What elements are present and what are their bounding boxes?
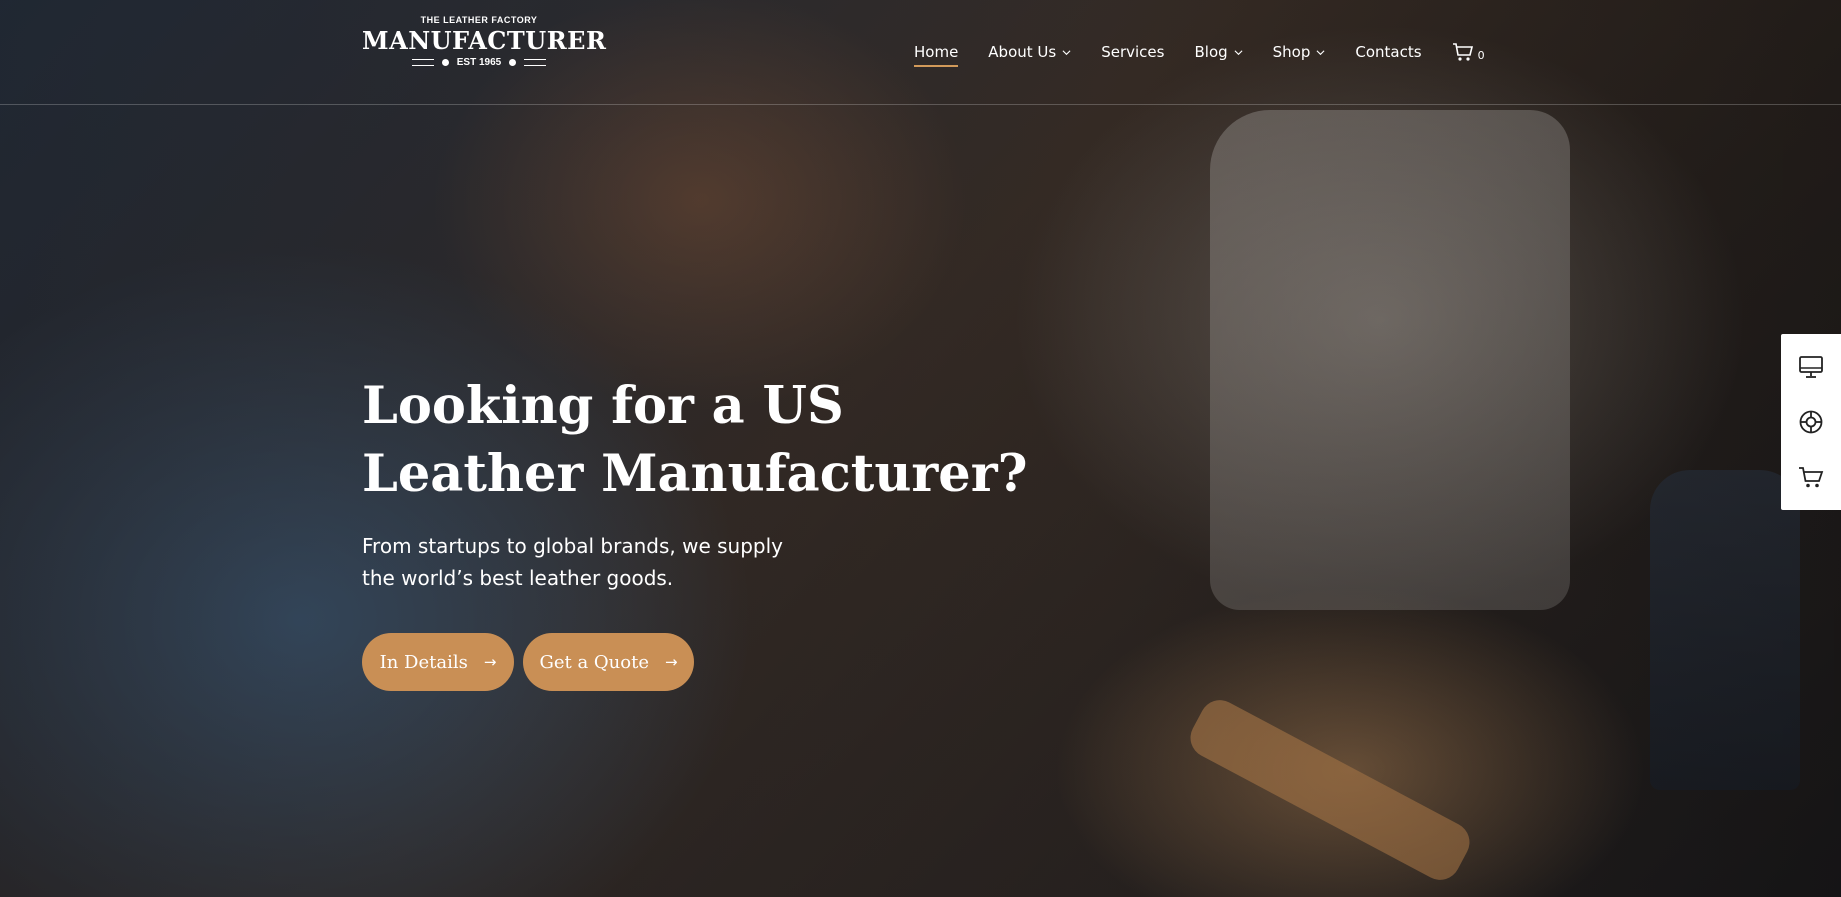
logo-name: MANUFACTURER bbox=[362, 26, 607, 55]
side-floating-panel bbox=[1781, 334, 1841, 510]
nav-item-label: Contacts bbox=[1355, 43, 1422, 61]
logo-bar-left bbox=[411, 59, 434, 66]
cart-icon bbox=[1452, 43, 1473, 61]
nav-item-blog[interactable]: Blog bbox=[1194, 43, 1243, 61]
nav-item-home[interactable]: Home bbox=[914, 43, 959, 67]
nav-item-label: About Us bbox=[988, 43, 1057, 61]
logo-dot-left bbox=[441, 59, 449, 66]
nav-item-label: Blog bbox=[1194, 43, 1228, 61]
nav-item-shop[interactable]: Shop bbox=[1273, 43, 1326, 61]
headline-line-2: Leather Manufacturer? bbox=[362, 444, 1028, 504]
chevron-down-icon bbox=[1316, 49, 1325, 55]
button-label: Get a Quote bbox=[539, 651, 649, 673]
hero-subtitle: From startups to global brands, we suppl… bbox=[362, 530, 882, 594]
chevron-down-icon bbox=[1234, 49, 1243, 55]
hero-section: THE LEATHER FACTORY MANUFACTURER EST 196… bbox=[0, 0, 1841, 897]
cart-icon bbox=[1799, 466, 1824, 487]
header-cart-button[interactable]: 0 bbox=[1452, 42, 1485, 62]
logo-dot-right bbox=[509, 59, 517, 66]
nav-item-services[interactable]: Services bbox=[1101, 43, 1164, 61]
cart-count-badge: 0 bbox=[1477, 49, 1485, 62]
side-support-button[interactable] bbox=[1795, 406, 1827, 438]
logo-est-text: EST 1965 bbox=[456, 57, 502, 68]
arrow-right-icon: → bbox=[483, 653, 497, 671]
side-demos-button[interactable] bbox=[1795, 351, 1827, 383]
logo-bar-right bbox=[524, 59, 547, 66]
nav-item-label: Services bbox=[1101, 43, 1165, 61]
lifebuoy-icon bbox=[1799, 410, 1823, 434]
nav-item-label: Shop bbox=[1272, 43, 1311, 61]
side-buy-button[interactable] bbox=[1795, 461, 1827, 493]
main-nav: Home About Us Services Blog Shop Contact… bbox=[914, 40, 1485, 67]
chevron-down-icon bbox=[1062, 49, 1071, 55]
logo-established: EST 1965 bbox=[362, 57, 596, 68]
site-header: THE LEATHER FACTORY MANUFACTURER EST 196… bbox=[0, 0, 1841, 105]
hero-headline: Looking for a US Leather Manufacturer? bbox=[362, 372, 1062, 508]
monitor-icon bbox=[1799, 356, 1823, 379]
button-label: In Details bbox=[379, 651, 468, 673]
nav-item-label: Home bbox=[914, 43, 959, 61]
headline-line-1: Looking for a US bbox=[362, 376, 844, 436]
site-logo[interactable]: THE LEATHER FACTORY MANUFACTURER EST 196… bbox=[362, 14, 607, 84]
logo-tagline: THE LEATHER FACTORY bbox=[420, 15, 538, 25]
nav-item-about-us[interactable]: About Us bbox=[988, 43, 1071, 61]
nav-item-contacts[interactable]: Contacts bbox=[1355, 43, 1421, 61]
subtitle-line-1: From startups to global brands, we suppl… bbox=[362, 534, 784, 558]
arrow-right-icon: → bbox=[664, 653, 678, 671]
subtitle-line-2: the world’s best leather goods. bbox=[362, 566, 674, 590]
get-a-quote-button[interactable]: Get a Quote → bbox=[523, 633, 694, 691]
in-details-button[interactable]: In Details → bbox=[362, 633, 514, 691]
